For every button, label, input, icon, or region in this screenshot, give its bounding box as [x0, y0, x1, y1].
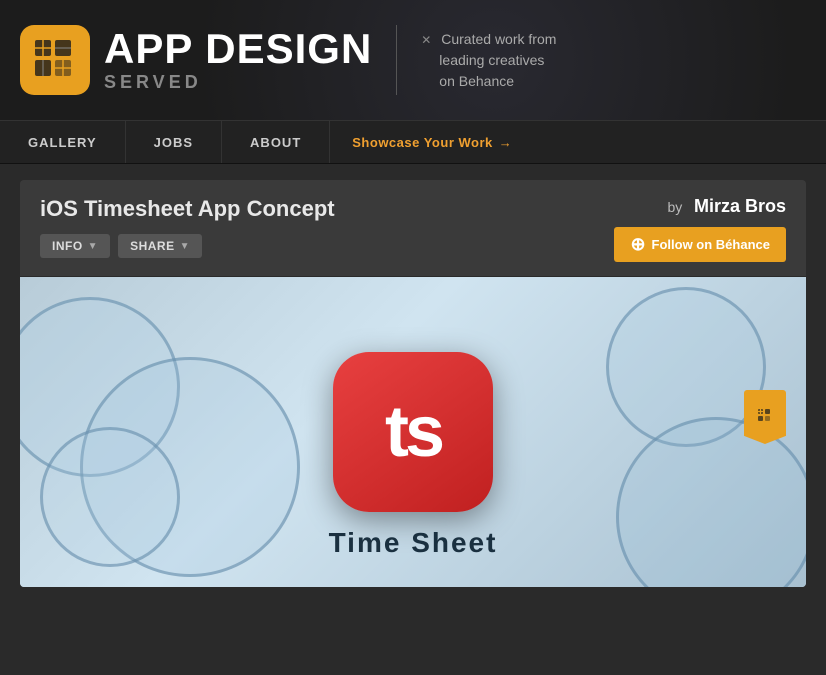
logo-text: APP DESIGN SERVED — [104, 28, 372, 93]
author-name: Mirza Bros — [694, 196, 786, 216]
app-logo-icon[interactable] — [20, 25, 90, 95]
navigation: GALLERY JOBS ABOUT Showcase Your Work → — [0, 120, 826, 164]
project-title: iOS Timesheet App Concept — [40, 196, 614, 222]
close-icon[interactable]: ✕ — [421, 33, 431, 47]
bookmark-badge[interactable] — [744, 390, 786, 444]
nav-about[interactable]: ABOUT — [222, 121, 330, 163]
showcase-label: Showcase Your Work — [352, 135, 493, 150]
main-content: iOS Timesheet App Concept INFO ▼ SHARE ▼… — [0, 164, 826, 675]
share-caret: ▼ — [180, 241, 190, 252]
showcase-arrow: → — [499, 135, 513, 150]
logo-title: APP DESIGN — [104, 28, 372, 70]
logo-svg — [30, 35, 80, 85]
share-button[interactable]: SHARE ▼ — [118, 234, 202, 258]
project-right: by Mirza Bros ⊕ Follow on Béhance — [614, 196, 786, 262]
app-icon: ts — [333, 352, 493, 512]
app-icon-letters: ts — [385, 396, 441, 468]
logo-area: APP DESIGN SERVED — [20, 25, 372, 95]
project-card: iOS Timesheet App Concept INFO ▼ SHARE ▼… — [20, 180, 806, 587]
info-button[interactable]: INFO ▼ — [40, 234, 110, 258]
info-caret: ▼ — [88, 241, 98, 252]
timesheet-label: Time Sheet — [329, 527, 498, 559]
tagline-line1: Curated work from — [441, 31, 556, 47]
tagline-line3: on Behance — [421, 73, 514, 89]
nav-gallery[interactable]: GALLERY — [0, 121, 126, 163]
tagline-line2: leading creatives — [421, 52, 544, 68]
by-label: by — [668, 199, 683, 215]
nav-showcase[interactable]: Showcase Your Work → — [330, 121, 534, 163]
logo-subtitle: SERVED — [104, 72, 372, 93]
header-tagline: ✕ Curated work from leading creatives on… — [421, 29, 556, 92]
follow-label: Follow on Béhance — [652, 237, 770, 252]
project-actions: INFO ▼ SHARE ▼ — [40, 234, 614, 258]
header-divider — [396, 25, 397, 95]
follow-plus-icon: ⊕ — [630, 234, 645, 255]
header: APP DESIGN SERVED ✕ Curated work from le… — [0, 0, 826, 120]
nav-jobs[interactable]: JOBS — [126, 121, 222, 163]
clock-decoration-5 — [40, 427, 180, 567]
project-left: iOS Timesheet App Concept INFO ▼ SHARE ▼ — [40, 196, 614, 258]
follow-button[interactable]: ⊕ Follow on Béhance — [614, 227, 786, 262]
project-header: iOS Timesheet App Concept INFO ▼ SHARE ▼… — [20, 180, 806, 277]
bookmark-icon — [754, 406, 776, 428]
author-line: by Mirza Bros — [668, 196, 787, 217]
project-image: ts Time Sheet — [20, 277, 806, 587]
